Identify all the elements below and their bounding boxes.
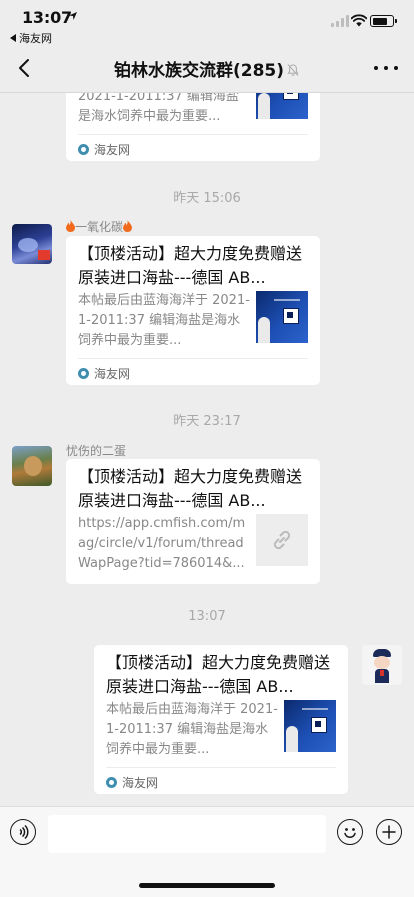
chat-messages[interactable]: 2021-1-2011:37 编辑海盐 是海水饲养中最为重要... 海友网 昨天… (0, 93, 414, 806)
voice-icon[interactable] (10, 819, 36, 845)
chat-title-text: 铂林水族交流群(285) (113, 61, 285, 81)
back-triangle-icon (10, 34, 16, 42)
source-logo-icon (78, 368, 89, 379)
avatar[interactable] (362, 645, 402, 685)
card-desc-line: 2021-1-2011:37 编辑海盐 (78, 93, 239, 104)
card-divider (106, 767, 336, 768)
card-description: 本帖最后由蓝海海洋于 2021-1-2011:37 编辑海盐是海水饲养中最为重要… (106, 702, 278, 757)
avatar[interactable] (12, 446, 52, 486)
card-source: 海友网 (122, 776, 159, 790)
sender-name: 忧伤的二蛋 (66, 444, 127, 458)
fire-icon (123, 220, 133, 232)
card-title: 【顶楼活动】超大力度免费赠送原装进口海盐---德国 AB... (106, 653, 331, 696)
card-description: https://app.cmfish.com/mag/circle/v1/for… (78, 516, 246, 571)
status-time: 13:07 (22, 8, 72, 27)
fire-icon (66, 220, 75, 232)
cellular-signal-icon (331, 15, 350, 27)
card-title: 【顶楼活动】超大力度免费赠送原装进口海盐---德国 AB... (78, 467, 303, 510)
nav-bar: 铂林水族交流群(285) (0, 44, 414, 93)
card-thumbnail (284, 700, 336, 752)
message-timestamp: 昨天 23:17 (173, 414, 241, 429)
link-card[interactable]: 【顶楼活动】超大力度免费赠送原装进口海盐---德国 AB... 本帖最后由蓝海海… (66, 236, 320, 385)
location-arrow-icon (69, 12, 77, 20)
card-source: 海友网 (94, 367, 131, 381)
card-title: 【顶楼活动】超大力度免费赠送原装进口海盐---德国 AB... (78, 244, 303, 287)
chat-title: 铂林水族交流群(285) (0, 56, 414, 81)
source-logo-icon (78, 144, 89, 155)
home-indicator (139, 883, 275, 888)
sender-name: 一氧化碳 (66, 218, 133, 235)
status-bar: 13:07 海友网 (0, 0, 414, 45)
card-description: 2021-1-2011:37 编辑海盐 是海水饲养中最为重要... (78, 93, 250, 127)
card-divider (78, 134, 308, 135)
message-timestamp: 13:07 (188, 609, 226, 624)
mute-bell-icon (287, 64, 299, 76)
link-card[interactable]: 2021-1-2011:37 编辑海盐 是海水饲养中最为重要... 海友网 (66, 93, 320, 161)
input-bar (0, 806, 414, 897)
link-thumbnail (256, 514, 308, 566)
emoji-icon[interactable] (337, 819, 363, 845)
source-logo-icon (106, 777, 117, 788)
message-timestamp: 昨天 15:06 (173, 191, 241, 206)
plus-icon[interactable] (376, 819, 402, 845)
card-desc-line: 是海水饲养中最为重要... (78, 109, 221, 124)
battery-icon (370, 15, 397, 27)
more-options-icon[interactable] (374, 58, 398, 78)
link-icon (273, 530, 291, 550)
card-source: 海友网 (94, 143, 131, 157)
link-card[interactable]: 【顶楼活动】超大力度免费赠送原装进口海盐---德国 AB... https://… (66, 459, 320, 584)
sender-name-text: 一氧化碳 (75, 220, 124, 234)
card-description: 本帖最后由蓝海海洋于 2021-1-2011:37 编辑海盐是海水饲养中最为重要… (78, 293, 250, 348)
wifi-icon (351, 14, 367, 27)
link-card[interactable]: 【顶楼活动】超大力度免费赠送原装进口海盐---德国 AB... 本帖最后由蓝海海… (94, 645, 348, 794)
message-input[interactable] (48, 815, 326, 853)
card-thumbnail (256, 93, 308, 119)
card-divider (78, 358, 308, 359)
card-thumbnail (256, 291, 308, 343)
avatar[interactable] (12, 224, 52, 264)
